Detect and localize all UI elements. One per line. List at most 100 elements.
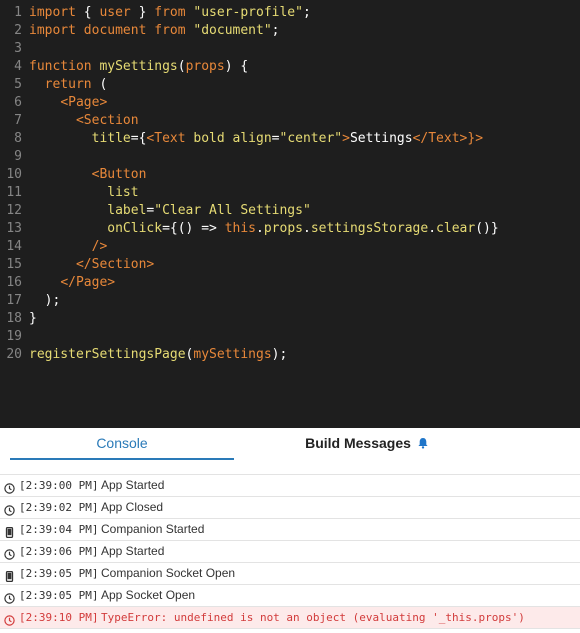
- code-token: Settings: [349, 131, 413, 146]
- code-token: }: [130, 5, 155, 20]
- line-number: 4: [14, 59, 22, 74]
- log-message: App Started: [101, 478, 165, 492]
- active-tab-indicator: [10, 458, 234, 460]
- log-timestamp: [2:39:04 PM]: [19, 523, 99, 536]
- code-token: this: [224, 221, 257, 236]
- code-editor[interactable]: 1 import { user } from "user-profile"; 2 im…: [0, 0, 580, 428]
- code-token: </Page>: [60, 275, 116, 290]
- console-row: [2:39:05 PM] App Socket Open: [0, 585, 580, 607]
- code-line: 7 <Section: [0, 112, 139, 130]
- code-line: 15 </Section>: [0, 256, 154, 274]
- code-token: registerSettingsPage: [29, 347, 186, 362]
- code-line: 5 return (: [0, 76, 107, 94]
- code-token: clear: [436, 221, 476, 236]
- code-token: .: [256, 221, 264, 236]
- line-number: 11: [6, 185, 22, 200]
- line-number: 17: [6, 293, 22, 308]
- clock-icon: [4, 502, 15, 516]
- code-token: mySettings: [193, 347, 272, 362]
- line-number: 18: [6, 311, 22, 326]
- code-token: ;: [302, 5, 311, 20]
- code-token: import: [29, 23, 76, 38]
- clock-icon: [4, 546, 15, 560]
- code-token: ={: [130, 131, 147, 146]
- log-message: App Started: [101, 544, 165, 558]
- code-token: </Text>: [412, 131, 468, 146]
- code-token: />: [91, 239, 108, 254]
- code-token: <Text: [146, 131, 186, 146]
- code-token: document: [83, 23, 147, 38]
- log-message: Companion Started: [101, 522, 205, 536]
- clock-icon: [4, 612, 15, 626]
- log-message: Companion Socket Open: [101, 566, 236, 580]
- code-token: }>: [467, 131, 484, 146]
- line-number: 14: [6, 239, 22, 254]
- code-line: 10 <Button: [0, 166, 146, 184]
- code-token: "center": [279, 131, 343, 146]
- code-line: 2 import document from "document";: [0, 22, 280, 40]
- code-token: >: [342, 131, 350, 146]
- code-token: label: [107, 203, 147, 218]
- code-token: .: [428, 221, 437, 236]
- tab-console-label: Console: [96, 435, 148, 451]
- code-token: onClick: [107, 221, 163, 236]
- console-row: [2:39:05 PM] Companion Socket Open: [0, 563, 580, 585]
- log-timestamp: [2:39:05 PM]: [19, 567, 99, 580]
- code-token: =: [271, 131, 280, 146]
- code-token: return: [44, 77, 92, 92]
- code-token: );: [29, 293, 61, 308]
- code-line: 6 <Page>: [0, 94, 107, 112]
- code-token: import: [29, 5, 76, 20]
- code-token: user: [99, 5, 131, 20]
- log-message: TypeError: undefined is not an object (e…: [101, 611, 525, 624]
- code-line: 4 function mySettings(props) {: [0, 58, 248, 76]
- console-row: [2:39:04 PM] Companion Started: [0, 519, 580, 541]
- code-line: 18}: [0, 310, 36, 328]
- code-token: ) {: [224, 59, 249, 74]
- code-token: "document": [193, 23, 272, 38]
- code-token: list: [107, 185, 139, 200]
- code-line: 20 registerSettingsPage(mySettings);: [0, 346, 287, 364]
- code-token: <Page>: [60, 95, 108, 110]
- phone-icon: [4, 524, 15, 539]
- code-token: ;: [271, 23, 280, 38]
- log-message: App Closed: [101, 500, 164, 514]
- log-timestamp: [2:39:02 PM]: [19, 501, 99, 514]
- tab-build-messages[interactable]: Build Messages: [300, 428, 434, 464]
- code-token: align: [232, 131, 272, 146]
- code-line: 14 />: [0, 238, 107, 256]
- console-log[interactable]: [2:39:00 PM] App Started [2:39:02 PM] App C…: [0, 464, 580, 629]
- code-token: from: [154, 23, 186, 38]
- log-timestamp: [2:39:06 PM]: [19, 545, 99, 558]
- code-token: from: [154, 5, 186, 20]
- code-token: (: [177, 59, 186, 74]
- code-token: <Section: [75, 113, 139, 128]
- log-message: App Socket Open: [101, 588, 196, 602]
- line-number: 3: [14, 41, 22, 56]
- line-number: 1: [14, 5, 22, 20]
- log-timestamp: [2:39:05 PM]: [19, 589, 99, 602]
- code-token: ={() =>: [162, 221, 225, 236]
- console-row-error: [2:39:10 PM] TypeError: undefined is not …: [0, 607, 580, 629]
- code-token: {: [75, 5, 100, 20]
- code-token: mySettings: [99, 59, 178, 74]
- code-line: 19: [0, 328, 29, 346]
- console-row-partial: [0, 464, 580, 475]
- line-number: 10: [6, 167, 22, 182]
- code-token: props: [185, 59, 225, 74]
- log-timestamp: [2:39:00 PM]: [19, 479, 99, 492]
- code-line: 13 onClick={() => this.props.settingsSto…: [0, 220, 498, 238]
- clock-icon: [4, 590, 15, 604]
- code-line: 3: [0, 40, 29, 58]
- code-token: bold: [193, 131, 225, 146]
- code-line: 9: [0, 148, 29, 166]
- code-line: 1 import { user } from "user-profile";: [0, 4, 311, 22]
- code-line: 11 list: [0, 184, 139, 202]
- clock-icon: [4, 480, 15, 494]
